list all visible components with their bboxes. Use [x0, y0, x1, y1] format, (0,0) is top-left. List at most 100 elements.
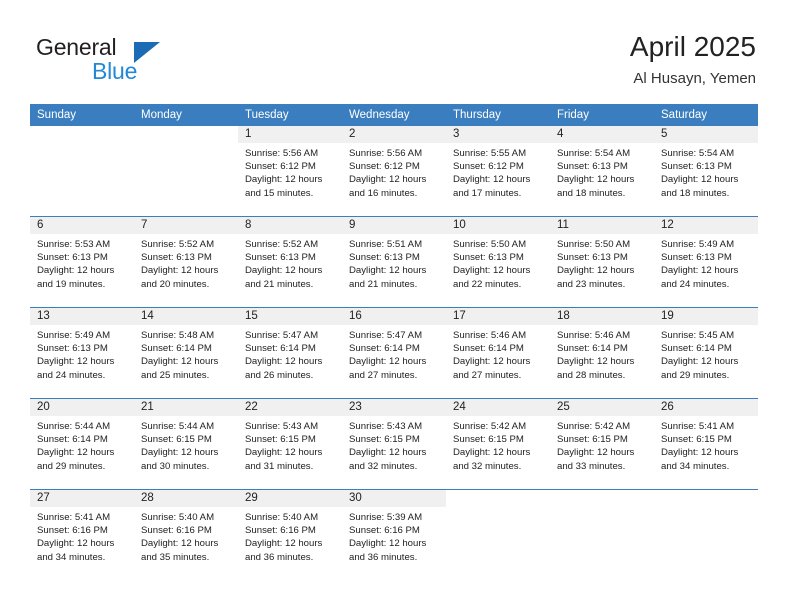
day-detail-line: Daylight: 12 hours [453, 265, 531, 277]
calendar-day-cell[interactable]: 30 Sunrise: 5:39 AM Sunset: 6:16 PM Dayligh… [342, 489, 446, 580]
calendar-day-cell[interactable]: 18 Sunrise: 5:46 AM Sunset: 6:14 PM Dayligh… [550, 307, 654, 399]
calendar-cell-empty [30, 126, 134, 217]
day-detail-line: Sunrise: 5:41 AM [37, 512, 111, 523]
day-details: Sunrise: 5:42 AM Sunset: 6:15 PM Daylight:… [550, 416, 654, 473]
day-detail-line: Daylight: 12 hours [141, 265, 219, 277]
calendar-day-cell[interactable]: 23 Sunrise: 5:43 AM Sunset: 6:15 PM Dayligh… [342, 398, 446, 490]
calendar-day-cell[interactable]: 12 Sunrise: 5:49 AM Sunset: 6:13 PM Dayligh… [654, 216, 758, 308]
location-subtitle: Al Husayn, Yemen [633, 70, 756, 87]
day-detail-line: Daylight: 12 hours [349, 447, 427, 459]
day-number: 12 [654, 217, 758, 234]
day-detail-line: Sunrise: 5:43 AM [245, 421, 319, 432]
day-cell-inner: 15 Sunrise: 5:47 AM Sunset: 6:14 PM Dayligh… [238, 308, 342, 398]
day-number: 9 [342, 217, 446, 234]
day-detail-line: and 28 minutes. [557, 369, 626, 381]
day-detail-line: Sunrise: 5:56 AM [349, 148, 423, 159]
day-detail-line: Sunset: 6:16 PM [245, 525, 316, 537]
day-number: 22 [238, 399, 342, 416]
calendar-day-cell[interactable]: 2 Sunrise: 5:56 AM Sunset: 6:12 PM Daylight… [342, 126, 446, 217]
day-detail-line: Sunset: 6:15 PM [453, 434, 524, 446]
calendar-day-cell[interactable]: 1 Sunrise: 5:56 AM Sunset: 6:12 PM Daylight… [238, 126, 342, 217]
day-detail-line: Sunrise: 5:46 AM [453, 330, 527, 341]
day-details: Sunrise: 5:42 AM Sunset: 6:15 PM Daylight:… [446, 416, 550, 473]
day-detail-line: and 24 minutes. [661, 278, 730, 290]
calendar-header-row: Sunday Monday Tuesday Wednesday Thursday Frid… [30, 104, 758, 126]
day-number: 18 [550, 308, 654, 325]
day-detail-line: Sunset: 6:14 PM [37, 434, 108, 446]
calendar-day-cell[interactable]: 7 Sunrise: 5:52 AM Sunset: 6:13 PM Daylight… [134, 216, 238, 308]
day-detail-line: Daylight: 12 hours [141, 538, 219, 550]
calendar-day-cell[interactable]: 27 Sunrise: 5:41 AM Sunset: 6:16 PM Dayligh… [30, 489, 134, 580]
calendar-day-cell[interactable]: 17 Sunrise: 5:46 AM Sunset: 6:14 PM Dayligh… [446, 307, 550, 399]
day-detail-line: Sunrise: 5:42 AM [453, 421, 527, 432]
calendar-day-cell[interactable]: 20 Sunrise: 5:44 AM Sunset: 6:14 PM Dayligh… [30, 398, 134, 490]
day-detail-line: Sunset: 6:16 PM [141, 525, 212, 537]
day-cell-inner [550, 490, 654, 580]
calendar-day-cell[interactable]: 24 Sunrise: 5:42 AM Sunset: 6:15 PM Dayligh… [446, 398, 550, 490]
calendar-day-cell[interactable]: 19 Sunrise: 5:45 AM Sunset: 6:14 PM Dayligh… [654, 307, 758, 399]
calendar-day-cell[interactable]: 22 Sunrise: 5:43 AM Sunset: 6:15 PM Dayligh… [238, 398, 342, 490]
day-detail-line: Daylight: 12 hours [349, 538, 427, 550]
calendar-day-cell[interactable]: 3 Sunrise: 5:55 AM Sunset: 6:12 PM Daylight… [446, 126, 550, 217]
calendar-day-cell[interactable]: 10 Sunrise: 5:50 AM Sunset: 6:13 PM Dayligh… [446, 216, 550, 308]
day-cell-inner: 1 Sunrise: 5:56 AM Sunset: 6:12 PM Daylight… [238, 126, 342, 216]
day-cell-inner: 26 Sunrise: 5:41 AM Sunset: 6:15 PM Dayligh… [654, 399, 758, 489]
day-detail-line: and 27 minutes. [349, 369, 418, 381]
day-detail-line: Sunrise: 5:42 AM [557, 421, 631, 432]
calendar-day-cell[interactable]: 28 Sunrise: 5:40 AM Sunset: 6:16 PM Dayligh… [134, 489, 238, 580]
calendar-day-cell[interactable]: 13 Sunrise: 5:49 AM Sunset: 6:13 PM Dayligh… [30, 307, 134, 399]
day-detail-line: and 29 minutes. [661, 369, 730, 381]
calendar-day-cell[interactable]: 14 Sunrise: 5:48 AM Sunset: 6:14 PM Dayligh… [134, 307, 238, 399]
day-detail-line: Sunrise: 5:43 AM [349, 421, 423, 432]
day-cell-inner: 3 Sunrise: 5:55 AM Sunset: 6:12 PM Daylight… [446, 126, 550, 216]
day-detail-line: and 29 minutes. [37, 460, 106, 472]
calendar-page: General Blue April 2025 Al Husayn, Yemen… [0, 0, 792, 612]
day-detail-line: Sunset: 6:13 PM [37, 343, 108, 355]
day-detail-line: and 32 minutes. [453, 460, 522, 472]
day-detail-line: Sunset: 6:16 PM [349, 525, 420, 537]
day-number: 7 [134, 217, 238, 234]
day-details: Sunrise: 5:52 AM Sunset: 6:13 PM Daylight:… [238, 234, 342, 291]
day-cell-inner: 21 Sunrise: 5:44 AM Sunset: 6:15 PM Dayligh… [134, 399, 238, 489]
day-cell-inner: 22 Sunrise: 5:43 AM Sunset: 6:15 PM Dayligh… [238, 399, 342, 489]
day-detail-line: Daylight: 12 hours [557, 356, 635, 368]
day-cell-inner: 25 Sunrise: 5:42 AM Sunset: 6:15 PM Dayligh… [550, 399, 654, 489]
calendar-day-cell[interactable]: 5 Sunrise: 5:54 AM Sunset: 6:13 PM Daylight… [654, 126, 758, 217]
day-detail-line: Sunset: 6:15 PM [245, 434, 316, 446]
calendar-day-cell[interactable]: 29 Sunrise: 5:40 AM Sunset: 6:16 PM Dayligh… [238, 489, 342, 580]
day-detail-line: Daylight: 12 hours [349, 356, 427, 368]
day-details: Sunrise: 5:49 AM Sunset: 6:13 PM Daylight:… [30, 325, 134, 382]
day-detail-line: Sunrise: 5:41 AM [661, 421, 735, 432]
day-cell-inner [30, 126, 134, 216]
calendar-day-cell[interactable]: 15 Sunrise: 5:47 AM Sunset: 6:14 PM Dayligh… [238, 307, 342, 399]
calendar-day-cell[interactable]: 9 Sunrise: 5:51 AM Sunset: 6:13 PM Daylight… [342, 216, 446, 308]
calendar-day-cell[interactable]: 8 Sunrise: 5:52 AM Sunset: 6:13 PM Daylight… [238, 216, 342, 308]
day-detail-line: and 18 minutes. [661, 187, 730, 199]
calendar-day-cell[interactable]: 16 Sunrise: 5:47 AM Sunset: 6:14 PM Dayligh… [342, 307, 446, 399]
calendar-day-cell[interactable]: 6 Sunrise: 5:53 AM Sunset: 6:13 PM Daylight… [30, 216, 134, 308]
day-number: 27 [30, 490, 134, 507]
calendar-day-cell[interactable]: 4 Sunrise: 5:54 AM Sunset: 6:13 PM Daylight… [550, 126, 654, 217]
day-detail-line: Daylight: 12 hours [661, 174, 739, 186]
day-detail-line: Daylight: 12 hours [141, 447, 219, 459]
day-detail-line: Sunset: 6:13 PM [349, 252, 420, 264]
day-cell-inner: 12 Sunrise: 5:49 AM Sunset: 6:13 PM Dayligh… [654, 217, 758, 307]
calendar-day-cell[interactable]: 26 Sunrise: 5:41 AM Sunset: 6:15 PM Dayligh… [654, 398, 758, 490]
day-detail-line: Sunset: 6:14 PM [349, 343, 420, 355]
day-number: 21 [134, 399, 238, 416]
day-detail-line: Sunrise: 5:45 AM [661, 330, 735, 341]
day-cell-inner: 24 Sunrise: 5:42 AM Sunset: 6:15 PM Dayligh… [446, 399, 550, 489]
day-detail-line: and 18 minutes. [557, 187, 626, 199]
day-detail-line: Daylight: 12 hours [141, 356, 219, 368]
day-detail-line: and 19 minutes. [37, 278, 106, 290]
day-detail-line: Daylight: 12 hours [37, 447, 115, 459]
calendar-day-cell[interactable]: 25 Sunrise: 5:42 AM Sunset: 6:15 PM Dayligh… [550, 398, 654, 490]
calendar-day-cell[interactable]: 11 Sunrise: 5:50 AM Sunset: 6:13 PM Dayligh… [550, 216, 654, 308]
day-detail-line: Sunset: 6:12 PM [453, 161, 524, 173]
day-detail-line: Sunrise: 5:51 AM [349, 239, 423, 250]
day-details: Sunrise: 5:55 AM Sunset: 6:12 PM Daylight:… [446, 143, 550, 200]
day-cell-inner: 4 Sunrise: 5:54 AM Sunset: 6:13 PM Daylight… [550, 126, 654, 216]
day-cell-inner: 9 Sunrise: 5:51 AM Sunset: 6:13 PM Daylight… [342, 217, 446, 307]
calendar-day-cell[interactable]: 21 Sunrise: 5:44 AM Sunset: 6:15 PM Dayligh… [134, 398, 238, 490]
day-detail-line: and 17 minutes. [453, 187, 522, 199]
